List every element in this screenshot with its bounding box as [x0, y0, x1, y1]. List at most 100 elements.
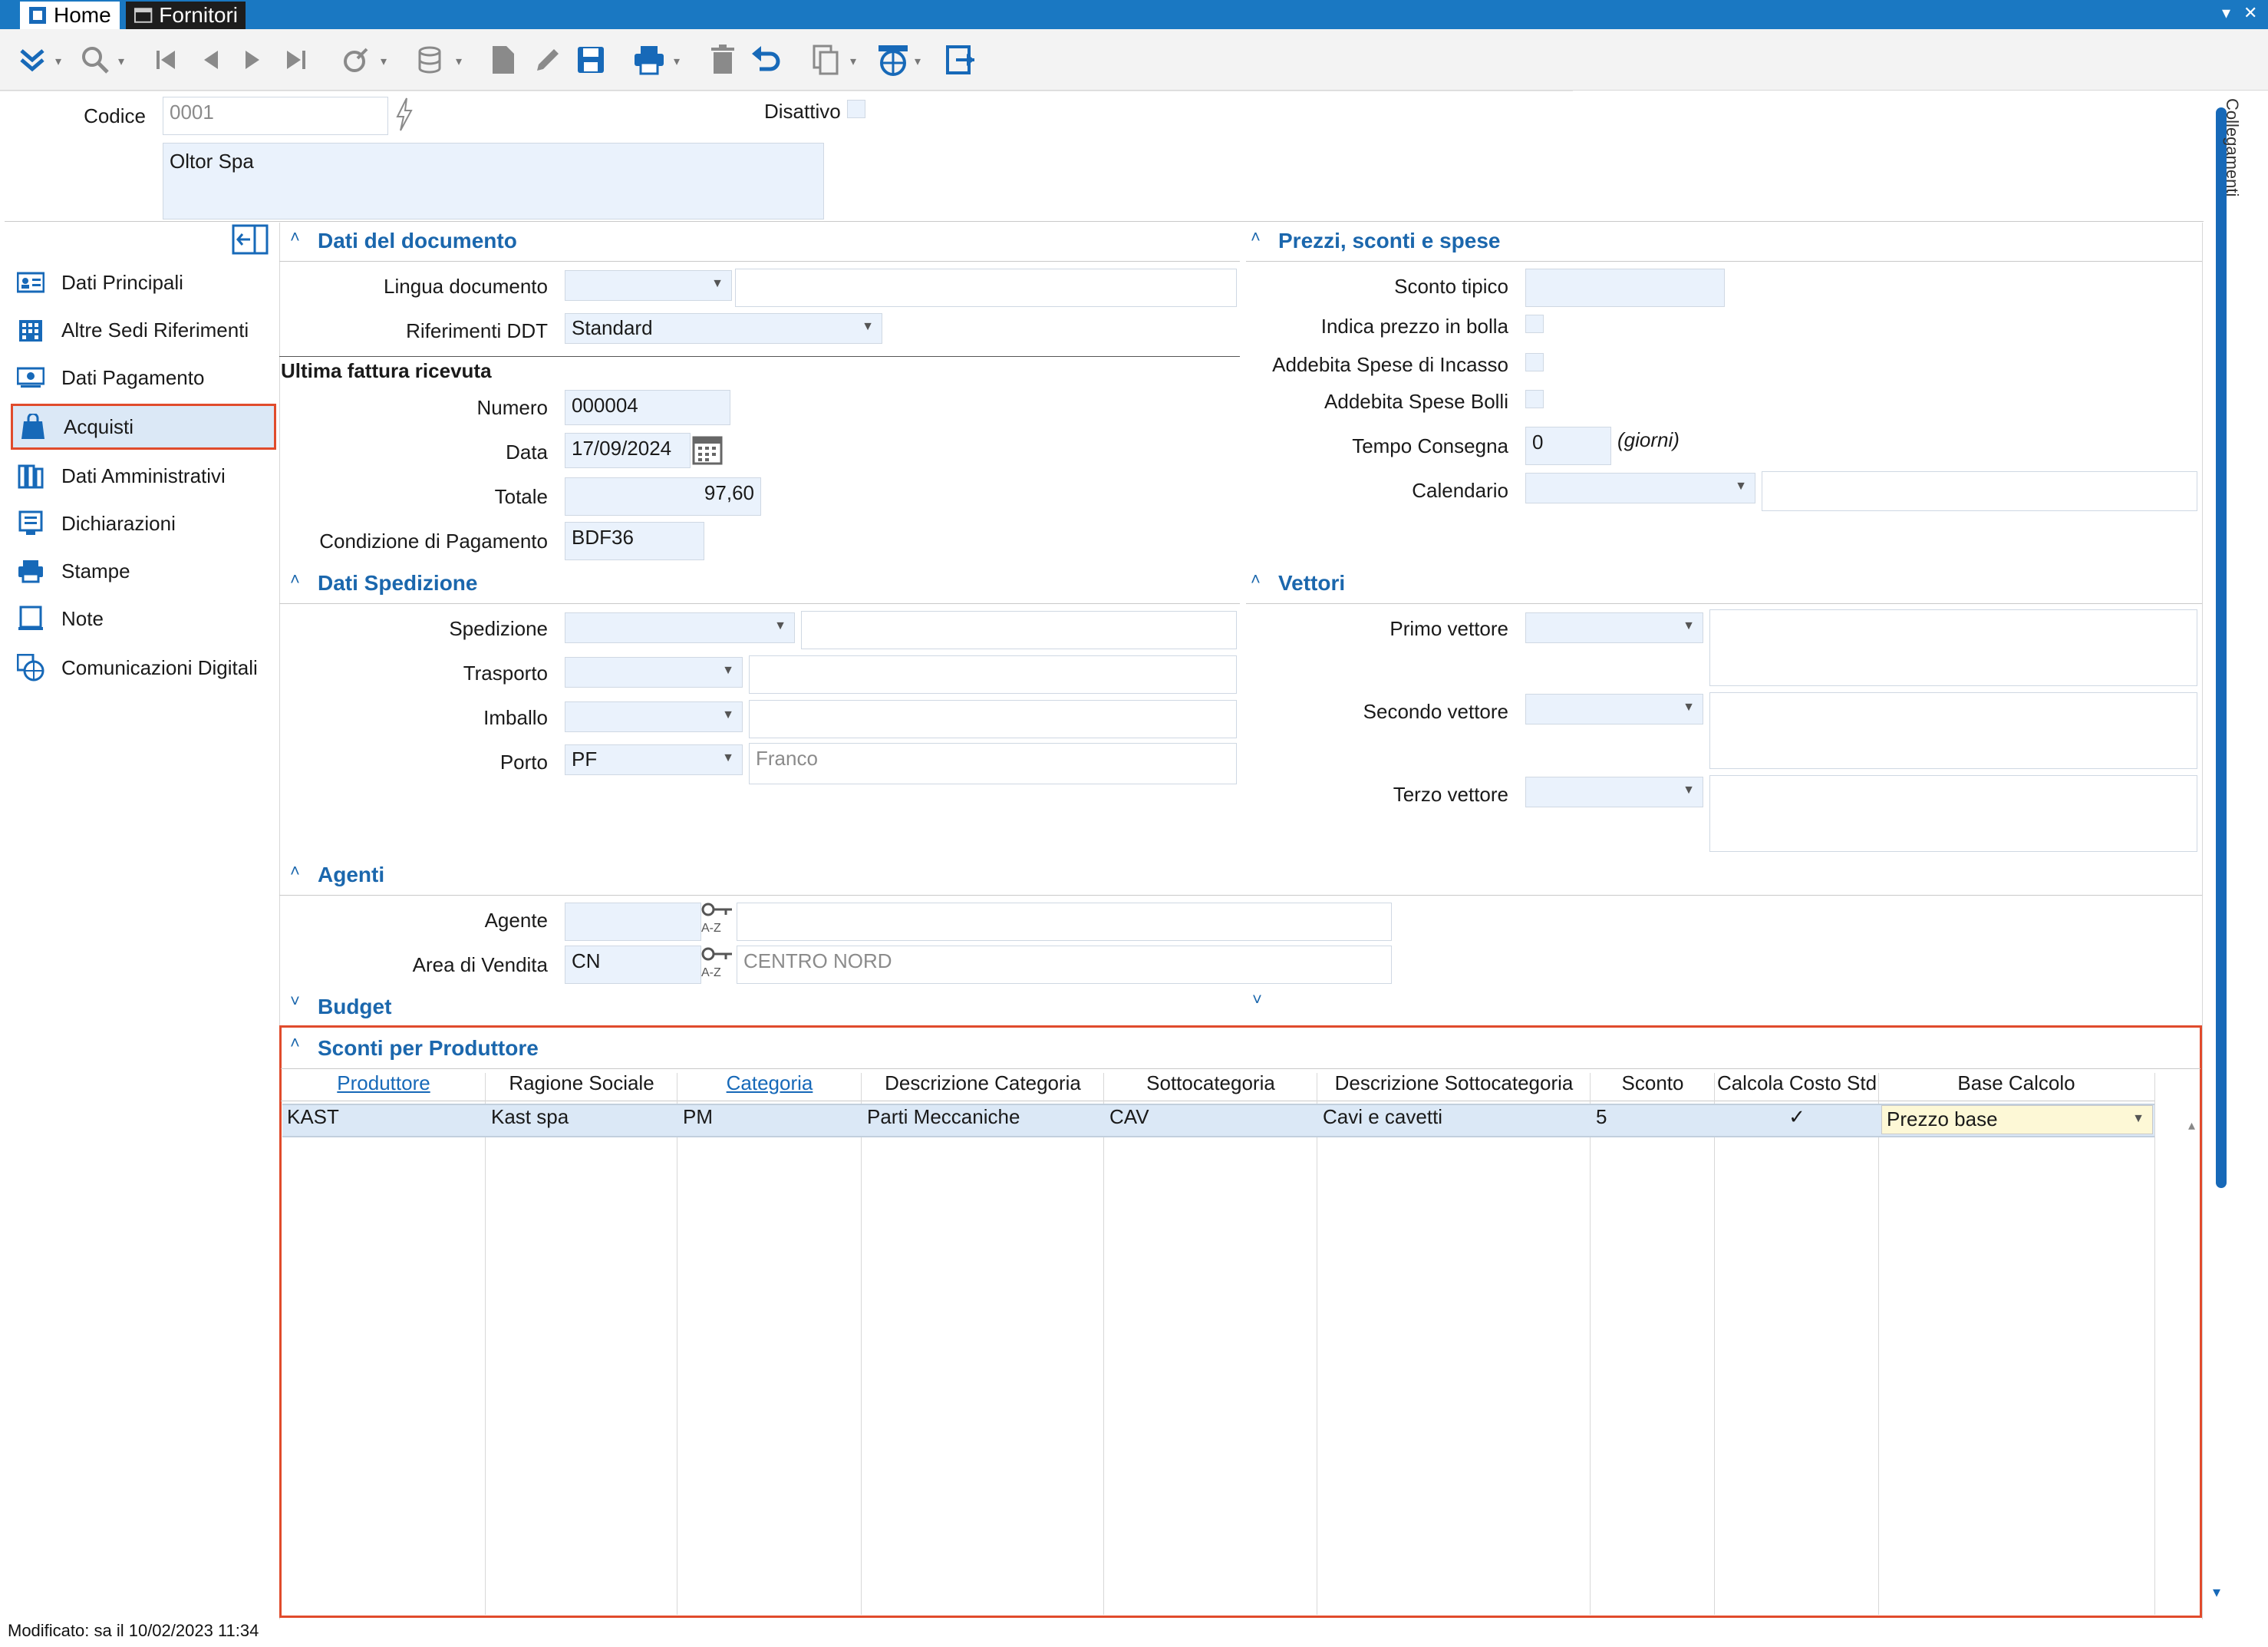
caret-down-icon[interactable]: ▾ [456, 54, 462, 69]
collapse-caret-icon[interactable]: ˄ [1251, 227, 1261, 247]
scroll-down-icon[interactable]: ▾ [2213, 1583, 2220, 1602]
area-vendita-field[interactable]: CN [565, 946, 701, 984]
codice-input[interactable]: 0001 [163, 97, 388, 135]
previous-record-icon[interactable] [192, 41, 229, 78]
secondo-vettore-select[interactable]: ▼ [1525, 694, 1703, 724]
cell-descrizione-categoria[interactable]: Parti Meccaniche [862, 1105, 1103, 1136]
disattivo-checkbox[interactable] [847, 100, 865, 118]
cell-ragione-sociale[interactable]: Kast spa [486, 1105, 677, 1136]
edit-icon[interactable] [529, 41, 566, 78]
close-icon[interactable]: ✕ [2243, 3, 2257, 23]
lightning-icon[interactable] [393, 95, 416, 134]
porto-select[interactable]: PF ▼ [565, 744, 743, 775]
caret-down-icon[interactable]: ▾ [55, 54, 61, 69]
calendar-icon[interactable] [692, 433, 723, 467]
print-icon[interactable] [631, 41, 668, 78]
sidebar-item-dati-amministrativi[interactable]: Dati Amministrativi [11, 453, 276, 499]
spedizione-description[interactable] [801, 611, 1237, 649]
calendario-select[interactable]: ▼ [1525, 473, 1755, 503]
column-header-produttore[interactable]: Produttore [282, 1071, 485, 1101]
collapse-caret-icon[interactable]: ˄ [290, 861, 300, 881]
column-header-descrizione-categoria[interactable]: Descrizione Categoria [862, 1071, 1103, 1101]
tab-fornitori[interactable]: Fornitori [126, 2, 246, 29]
key-search-icon[interactable]: A-Z [701, 901, 735, 939]
save-icon[interactable] [572, 41, 609, 78]
sidebar-item-altre-sedi[interactable]: Altre Sedi Riferimenti [11, 307, 276, 353]
ragione-sociale-field[interactable]: Oltor Spa [163, 143, 824, 219]
expand-caret-icon[interactable]: ˄ [290, 990, 300, 1010]
column-header-calcola-costo-std[interactable]: Calcola Costo Std [1716, 1071, 1878, 1101]
totale-field[interactable]: 97,60 [565, 477, 761, 516]
terzo-vettore-description[interactable] [1709, 775, 2197, 852]
agente-description[interactable] [737, 903, 1392, 941]
menu-expand-icon[interactable] [14, 41, 51, 78]
caret-down-icon[interactable]: ▾ [674, 54, 680, 69]
web-table-icon[interactable] [875, 41, 911, 78]
next-record-icon[interactable] [235, 41, 272, 78]
caret-down-icon[interactable]: ▾ [381, 54, 387, 69]
prezzo-bolla-checkbox[interactable] [1525, 315, 1544, 333]
exit-icon[interactable] [942, 41, 979, 78]
cell-categoria[interactable]: PM [678, 1105, 861, 1136]
cell-calcola-costo-std[interactable]: ✓ [1716, 1105, 1878, 1136]
column-header-sottocategoria[interactable]: Sottocategoria [1105, 1071, 1317, 1101]
collapse-caret-icon[interactable]: ˄ [290, 1033, 300, 1053]
vertical-scrollbar[interactable] [2216, 107, 2227, 1188]
primo-vettore-description[interactable] [1709, 609, 2197, 686]
cell-sottocategoria[interactable]: CAV [1105, 1105, 1317, 1136]
collegamenti-panel-tab[interactable]: Collegamenti [2222, 98, 2242, 196]
caret-down-icon[interactable]: ▾ [850, 54, 856, 69]
cell-sconto[interactable]: 5 [1591, 1105, 1714, 1136]
undo-icon[interactable] [747, 41, 784, 78]
first-record-icon[interactable] [147, 41, 184, 78]
spese-incasso-checkbox[interactable] [1525, 353, 1544, 371]
collapse-caret-icon[interactable]: ˄ [290, 569, 300, 589]
last-record-icon[interactable] [278, 41, 315, 78]
collapse-panel-icon[interactable] [232, 224, 269, 256]
data-field[interactable]: 17/09/2024 [565, 433, 691, 468]
chevron-down-icon[interactable]: ▾ [2222, 3, 2230, 23]
trasporto-description[interactable] [749, 655, 1237, 694]
collapse-caret-icon[interactable]: ˄ [290, 227, 300, 247]
satellite-icon[interactable] [338, 41, 374, 78]
sconto-tipico-field[interactable] [1525, 269, 1725, 307]
key-search-icon[interactable]: A-Z [701, 946, 735, 984]
agente-field[interactable] [565, 903, 701, 941]
imballo-description[interactable] [749, 700, 1237, 738]
riferimenti-select[interactable]: Standard ▼ [565, 313, 882, 344]
trasporto-select[interactable]: ▼ [565, 657, 743, 688]
imballo-select[interactable]: ▼ [565, 701, 743, 732]
sidebar-item-dati-principali[interactable]: Dati Principali [11, 259, 276, 305]
column-header-categoria[interactable]: Categoria [678, 1071, 861, 1101]
sidebar-item-stampe[interactable]: Stampe [11, 548, 276, 594]
collapse-caret-icon[interactable]: ˄ [1251, 569, 1261, 589]
column-header-base-calcolo[interactable]: Base Calcolo [1880, 1071, 2153, 1101]
search-icon[interactable] [77, 41, 114, 78]
primo-vettore-select[interactable]: ▼ [1525, 612, 1703, 643]
spese-bolli-checkbox[interactable] [1525, 390, 1544, 408]
expand-caret-icon[interactable]: ˄ [1252, 989, 1262, 1008]
terzo-vettore-select[interactable]: ▼ [1525, 777, 1703, 807]
scroll-up-icon[interactable]: ▴ [2188, 1117, 2195, 1134]
copy-icon[interactable] [807, 41, 844, 78]
cell-produttore[interactable]: KAST [282, 1105, 485, 1136]
cell-descrizione-sottocategoria[interactable]: Cavi e cavetti [1318, 1105, 1590, 1136]
lingua-select[interactable]: ▼ [565, 270, 732, 301]
new-document-icon[interactable] [485, 41, 522, 78]
tempo-consegna-field[interactable]: 0 [1525, 427, 1611, 465]
column-header-sconto[interactable]: Sconto [1591, 1071, 1714, 1101]
condizione-field[interactable]: BDF36 [565, 522, 704, 560]
caret-down-icon[interactable]: ▾ [118, 54, 124, 69]
secondo-vettore-description[interactable] [1709, 692, 2197, 769]
sidebar-item-dati-pagamento[interactable]: Dati Pagamento [11, 355, 276, 401]
numero-field[interactable]: 000004 [565, 390, 730, 425]
caret-down-icon[interactable]: ▾ [915, 54, 921, 69]
delete-icon[interactable] [704, 41, 741, 78]
sidebar-item-acquisti[interactable]: Acquisti [11, 404, 276, 450]
column-header-ragione-sociale[interactable]: Ragione Sociale [486, 1071, 677, 1101]
spedizione-select[interactable]: ▼ [565, 612, 795, 643]
lingua-description[interactable] [735, 269, 1237, 307]
sidebar-item-note[interactable]: Note [11, 596, 276, 642]
sidebar-item-dichiarazioni[interactable]: Dichiarazioni [11, 500, 276, 546]
sidebar-item-comunicazioni-digitali[interactable]: Comunicazioni Digitali [11, 645, 276, 691]
